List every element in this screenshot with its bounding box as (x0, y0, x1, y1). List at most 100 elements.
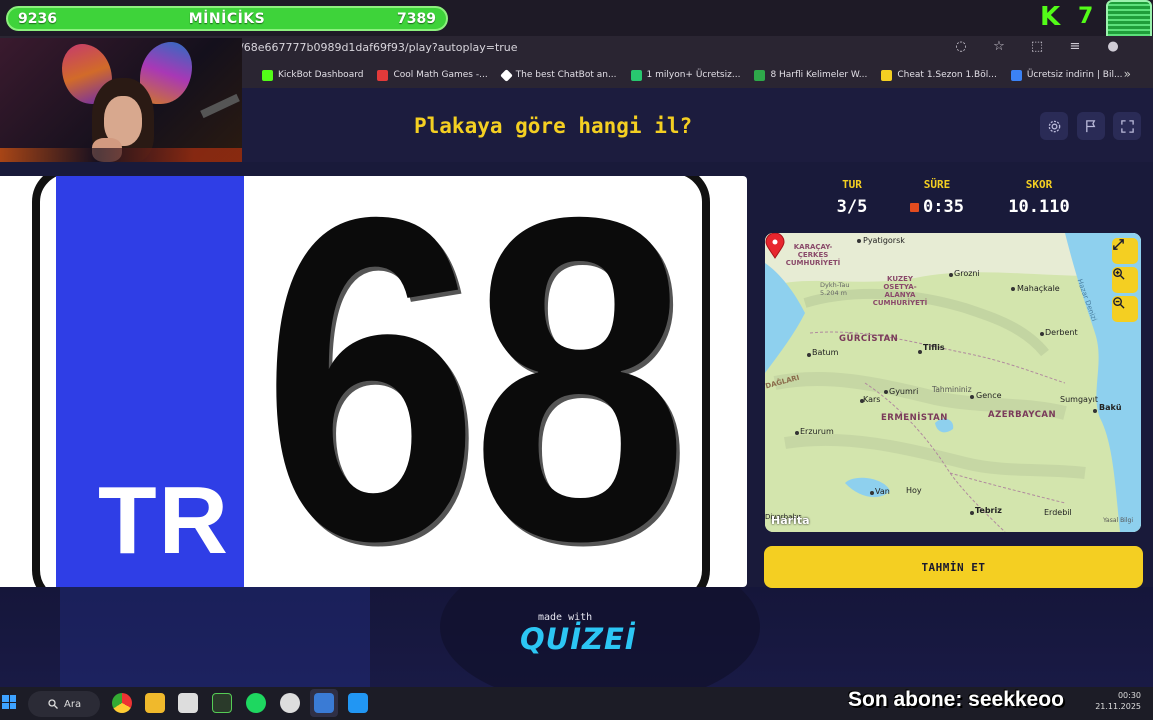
fullscreen-button[interactable] (1113, 112, 1141, 140)
gear-icon (1048, 120, 1060, 132)
score-stat: SKOR 10.110 (1002, 178, 1076, 217)
guess-button[interactable]: TAHMİN ET (764, 546, 1143, 588)
map-city-dot (970, 511, 974, 515)
score-label: SKOR (1025, 178, 1053, 191)
map-terrain (765, 233, 1141, 532)
map-label-gence: Gence (976, 391, 1002, 400)
quiz-header (242, 88, 1153, 162)
report-button[interactable] (1077, 112, 1105, 140)
chrome-icon[interactable] (112, 693, 132, 713)
bookmark-item[interactable]: Ücretsiz indirin | Bil... (1010, 69, 1123, 81)
map-label-grozni: Grozni (954, 269, 980, 278)
map-city-dot (949, 273, 953, 277)
map-label-karacay: KARAÇAY- ÇERKES CUMHURİYETİ (785, 243, 841, 267)
goal-left-count: 9236 (18, 10, 57, 27)
round-label: TUR (842, 178, 862, 191)
streamer-webcam (0, 38, 242, 162)
taskbar-search[interactable]: Ara (28, 691, 100, 717)
question-title: Plakaya göre hangi il? (414, 114, 693, 138)
bookmark-item[interactable]: Cool Math Games -... (377, 69, 488, 81)
map-label-hoy: Hoy (906, 486, 922, 495)
kick-counter: 7 (1078, 4, 1094, 29)
map-zoom-in-button[interactable] (1112, 267, 1138, 293)
goal-right-count: 7389 (397, 10, 436, 27)
map-city-dot (795, 431, 799, 435)
obs-icon[interactable] (280, 693, 300, 713)
quizei-logo[interactable]: QUİZEİ (520, 622, 637, 656)
kickbot-favicon-icon (262, 69, 273, 81)
eye-off-icon[interactable]: ◌ (951, 39, 971, 54)
chart-app-icon[interactable] (212, 693, 232, 713)
round-stat: TUR 3/5 (832, 178, 872, 217)
map-label-mahackale: Mahaçkale (1017, 284, 1060, 293)
bookmark-item[interactable]: The best ChatBot an... (499, 68, 617, 82)
time-label: SÜRE (923, 178, 951, 191)
app-icon[interactable] (178, 693, 198, 713)
spotify-icon[interactable] (246, 693, 266, 713)
chatbot-favicon-icon (499, 68, 513, 82)
extensions-icon[interactable]: ⬚ (1027, 39, 1047, 54)
led-lights (0, 148, 242, 162)
plate-country-code: TR (98, 467, 230, 574)
time-stat: SÜRE 0:35 (902, 178, 972, 217)
media-icon[interactable]: ≡ (1065, 39, 1085, 54)
url-field[interactable]: /68e667777b0989d1daf69f93/play?autoplay=… (240, 41, 518, 54)
map-city-dot (884, 390, 888, 394)
map-fullscreen-button[interactable] (1112, 238, 1138, 264)
map-label-kuzey-osetya: KUZEY OSETYA- ALANYA CUMHURİYETİ (872, 275, 928, 307)
background-blur-band (60, 587, 370, 687)
time-value-wrap: 0:35 (902, 197, 972, 217)
guess-map[interactable]: Pyatigorsk KARAÇAY- ÇERKES CUMHURİYETİ K… (765, 233, 1141, 532)
map-label-tebriz: Tebriz (975, 506, 1002, 515)
windows-logo-tile (2, 702, 9, 709)
coolmath-favicon-icon (377, 69, 389, 81)
map-label-azerbaycan: AZERBAYCAN (988, 410, 1057, 420)
download-favicon-icon (1010, 69, 1022, 81)
map-zoom-out-button[interactable] (1112, 296, 1138, 322)
bookmark-item[interactable]: Cheat 1.Sezon 1.Böl... (881, 69, 997, 81)
app-store-icon[interactable] (348, 693, 368, 713)
map-label-van: Van (875, 487, 890, 496)
subscriber-goal-bar: 9236 MİNİCİKS 7389 (6, 6, 448, 31)
windows-logo-tile (2, 695, 9, 702)
map-label-sumgayit: Sumgayıt (1060, 395, 1099, 404)
map-city-dot (1093, 409, 1097, 413)
windows-logo-tile (9, 702, 16, 709)
last-subscriber-text: Son abone: seekkeoo (848, 688, 1064, 711)
bookmark-item[interactable]: KickBot Dashboard (262, 69, 363, 81)
flag-icon (1085, 119, 1095, 132)
kick-logo: K (1040, 2, 1061, 32)
file-explorer-icon[interactable] (145, 693, 165, 713)
windows-start-icon[interactable] (2, 695, 16, 709)
profile-icon[interactable]: ● (1103, 39, 1123, 54)
bookmark-item[interactable]: 1 milyon+ Ücretsiz... (630, 69, 740, 81)
map-attribution: Harita (771, 514, 810, 527)
expand-icon (1120, 119, 1134, 133)
score-value: 10.110 (1008, 197, 1070, 217)
cheat-favicon-icon (881, 69, 893, 81)
map-city-dot (860, 399, 864, 403)
time-value: 0:35 (923, 197, 964, 217)
map-label-gyumri: Gyumri (889, 387, 919, 396)
map-city-dot (1040, 332, 1044, 336)
bookmarks-overflow-icon[interactable]: » (1124, 67, 1131, 81)
map-city-dot (1011, 287, 1015, 291)
map-label-kars: Kars (863, 395, 881, 404)
map-label-batum: Batum (812, 348, 839, 357)
goal-title: MİNİCİKS (188, 10, 266, 27)
map-terms-link[interactable]: Yasal Bilgi (1103, 517, 1133, 524)
map-city-dot (857, 239, 861, 243)
zoom-out-icon (1113, 297, 1125, 309)
editor-icon[interactable] (314, 693, 334, 713)
map-label-dykh-tau: Dykh-Tau 5.204 m (820, 281, 850, 297)
settings-button[interactable] (1040, 112, 1068, 140)
map-city-dot (807, 353, 811, 357)
map-city-dot (918, 350, 922, 354)
guess-pin-icon[interactable] (765, 233, 785, 259)
windows-logo-tile (9, 695, 16, 702)
map-label-erzurum: Erzurum (800, 427, 834, 436)
map-label-derbent: Derbent (1045, 328, 1078, 337)
system-clock: 00:30 21.11.2025 (1095, 690, 1141, 712)
star-icon[interactable]: ☆ (989, 39, 1009, 54)
bookmark-item[interactable]: 8 Harfli Kelimeler W... (754, 69, 867, 81)
